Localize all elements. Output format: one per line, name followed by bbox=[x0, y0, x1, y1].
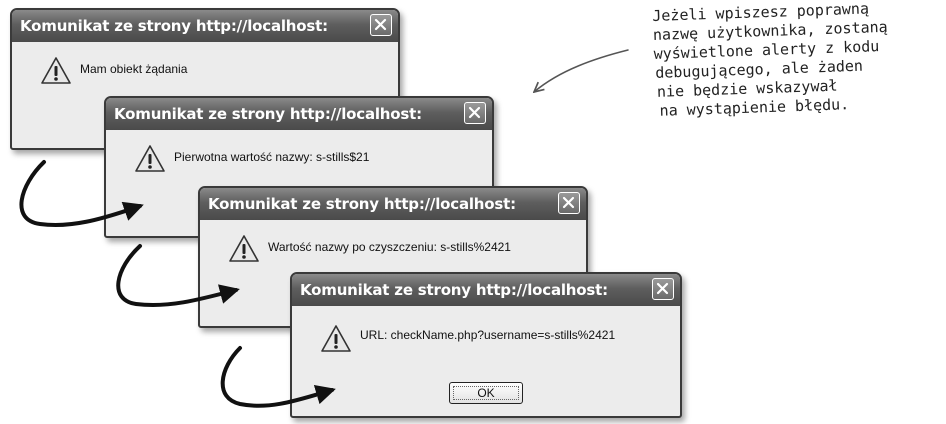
curved-arrow-icon bbox=[19, 160, 144, 228]
arrows-overlay bbox=[19, 49, 629, 408]
curved-arrow-icon bbox=[116, 244, 240, 308]
annotation-pointer-arrow bbox=[534, 49, 629, 92]
curved-arrow-icon bbox=[220, 346, 336, 408]
